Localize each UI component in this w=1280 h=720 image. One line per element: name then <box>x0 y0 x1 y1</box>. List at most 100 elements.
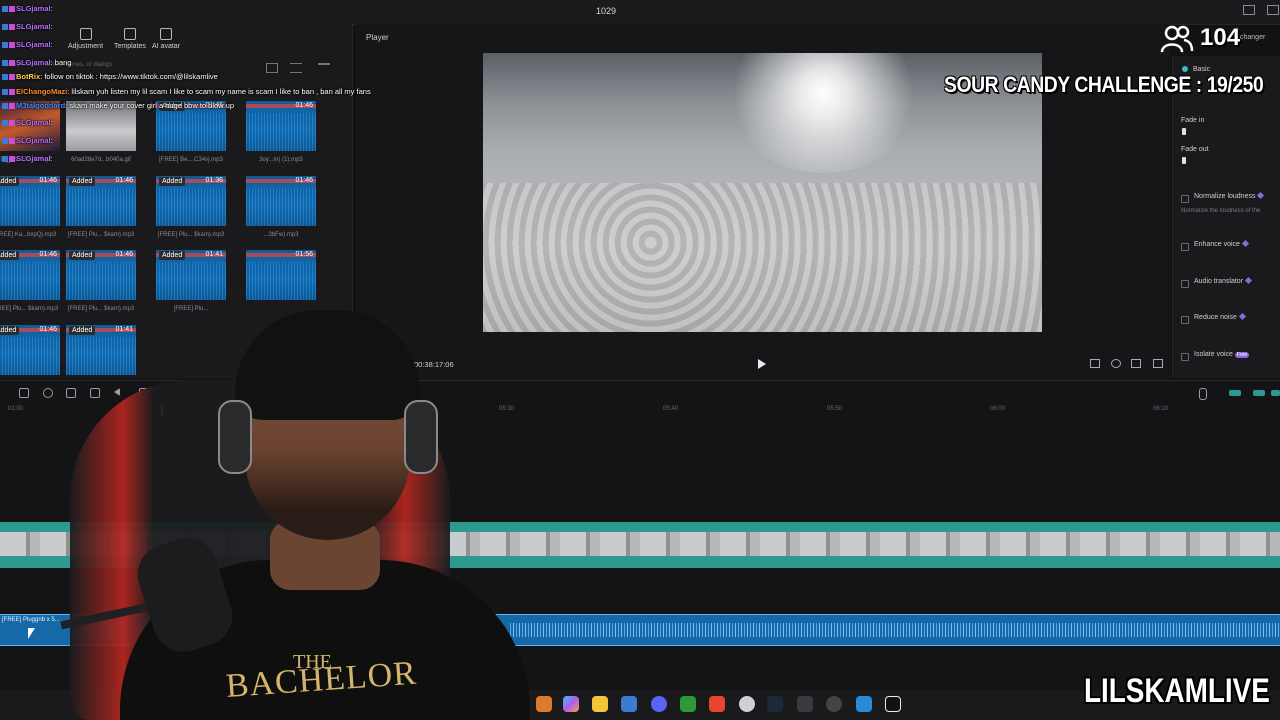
chat-username[interactable]: SLGjamal <box>16 22 51 31</box>
chat-username[interactable]: SLGjamal <box>16 136 51 145</box>
media-tile[interactable]: Added 01:36 <box>156 176 226 226</box>
folder-icon[interactable] <box>592 696 608 712</box>
layout-icon[interactable] <box>1243 5 1255 15</box>
viewer-count: 104 <box>1200 24 1241 51</box>
store-icon[interactable] <box>621 696 637 712</box>
added-badge: Added <box>0 177 20 186</box>
chat-text: : <box>50 4 53 13</box>
premium-icon <box>1238 312 1246 321</box>
chat-badge-icon <box>9 138 15 145</box>
templates-icon <box>123 28 136 40</box>
templates-tab[interactable]: Templates <box>114 28 146 50</box>
play-button[interactable] <box>758 359 766 369</box>
media-tile[interactable]: Added 01:41 <box>156 250 226 300</box>
media-tile[interactable]: Added 01:46 <box>66 176 136 226</box>
chat-message: ElChangoMazi: lilskam yuh listen my lil … <box>2 87 371 96</box>
obs-icon[interactable] <box>797 696 813 712</box>
chat-username[interactable]: SLGjamal <box>16 4 51 13</box>
media-tile[interactable]: 01:56 <box>246 250 316 300</box>
chat-username[interactable]: BotRix <box>16 72 40 81</box>
audio-bars <box>156 188 226 226</box>
adjustment-tab[interactable]: Adjustment <box>68 28 103 50</box>
fade-in-label: Fade in <box>1181 117 1205 124</box>
snap-toggle-icon[interactable] <box>1253 390 1265 396</box>
audio-bars <box>0 262 60 300</box>
tile-duration: 01:46 <box>115 251 133 258</box>
media-tile[interactable]: Added 01:41 <box>66 325 136 375</box>
properties-panel <box>1172 56 1280 378</box>
media-tile[interactable]: Added 01:46 <box>0 250 60 300</box>
ai-avatar-tab[interactable]: AI avatar <box>152 28 180 50</box>
preview-toggle-icon[interactable] <box>1271 390 1280 396</box>
translator-checkbox[interactable] <box>1181 280 1189 288</box>
copilot-icon[interactable] <box>563 696 579 712</box>
filter-icon[interactable] <box>318 63 330 73</box>
chat-text: : <box>50 118 53 127</box>
media-tile[interactable]: Added 01:46 <box>0 325 60 375</box>
isolate-checkbox[interactable] <box>1181 353 1189 361</box>
link-toggle-icon[interactable] <box>1229 390 1241 396</box>
chat-message: SLGjamal: <box>2 154 53 163</box>
chat-username[interactable]: ElChangoMazi <box>16 87 67 96</box>
fl-studio-icon[interactable] <box>680 696 696 712</box>
split-tool-icon[interactable] <box>43 388 53 398</box>
discord-icon[interactable] <box>651 696 667 712</box>
compare-icon[interactable] <box>1131 359 1141 368</box>
capcut-icon[interactable] <box>885 696 901 712</box>
chat-username[interactable]: M3talgoddard <box>16 101 65 110</box>
chat-username[interactable]: SLGjamal <box>16 118 51 127</box>
chat-message: SLGjamal: <box>2 136 53 145</box>
added-badge: Added <box>0 251 20 260</box>
fullscreen-icon[interactable] <box>1153 359 1163 368</box>
notepad-icon[interactable] <box>856 696 872 712</box>
fade-in-slider[interactable] <box>1182 128 1186 135</box>
chat-badge-icon <box>9 74 15 81</box>
sort-icon[interactable] <box>290 63 302 73</box>
chat-username[interactable]: SLGjamal <box>16 40 51 49</box>
voice-changer-tab[interactable]: changer <box>1240 34 1265 41</box>
viewers-icon <box>1160 25 1194 53</box>
media-tile[interactable]: 01:46 <box>246 176 316 226</box>
zoom-icon[interactable] <box>1111 359 1121 368</box>
grid-view-icon[interactable] <box>266 63 278 73</box>
mic-record-icon[interactable] <box>1199 388 1207 400</box>
back-icon[interactable] <box>114 388 120 396</box>
chat-message: BotRix: follow on tiktok : https://www.t… <box>2 72 218 81</box>
media-tile[interactable]: 01:46 <box>246 101 316 151</box>
ruler-label: 01:00 <box>8 406 24 412</box>
media-tile[interactable]: Added 01:46 <box>66 250 136 300</box>
delete-tool-icon[interactable] <box>90 388 100 398</box>
normalize-checkbox[interactable] <box>1181 195 1189 203</box>
audio-waveform <box>510 623 1280 637</box>
ratio-icon[interactable] <box>1090 359 1100 368</box>
chat-badge-icon <box>9 60 15 67</box>
chat-badge-icon <box>2 138 8 145</box>
added-badge: Added <box>69 177 96 186</box>
chrome-icon[interactable] <box>739 696 755 712</box>
brave-icon[interactable] <box>709 696 725 712</box>
premium-icon <box>1257 191 1265 200</box>
maximize-icon[interactable] <box>1267 5 1279 15</box>
fade-out-slider[interactable] <box>1182 157 1186 164</box>
media-tile[interactable]: Added 01:46 <box>0 176 60 226</box>
steam-icon[interactable] <box>767 696 783 712</box>
audio-bars <box>0 188 60 226</box>
chat-text: : bang <box>50 58 72 67</box>
app-icon[interactable] <box>536 696 552 712</box>
enhance-checkbox[interactable] <box>1181 243 1189 251</box>
ruler-label: 05:50 <box>827 406 843 412</box>
audio-bars <box>246 188 316 226</box>
4k-icon[interactable] <box>826 696 842 712</box>
audio-bars <box>66 337 136 375</box>
ruler-label: 06:00 <box>990 406 1006 412</box>
audio-bars <box>246 262 316 300</box>
chat-username[interactable]: SLGjamal <box>16 154 51 163</box>
audio-bars <box>156 113 226 151</box>
reduce-noise-checkbox[interactable] <box>1181 316 1189 324</box>
avatar-icon <box>160 28 172 40</box>
chat-badge-icon <box>2 24 8 31</box>
chat-text: : <box>50 22 53 31</box>
select-tool-icon[interactable] <box>19 388 29 398</box>
trim-tool-icon[interactable] <box>66 388 76 398</box>
chat-username[interactable]: SLGjamal <box>16 58 51 67</box>
